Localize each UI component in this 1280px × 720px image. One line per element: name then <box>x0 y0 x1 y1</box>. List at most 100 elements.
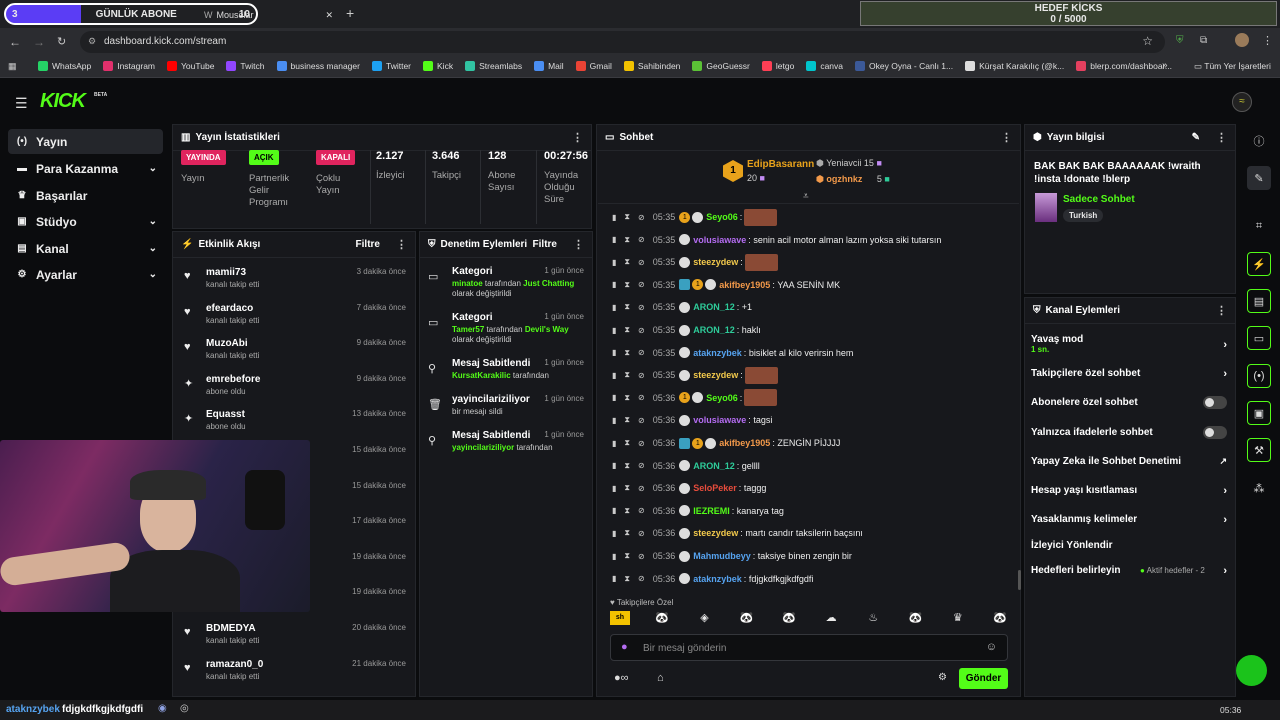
chat-message[interactable]: ▮ ⧗ ⊘ 05:35 volusiawave: senin acil motor al… <box>612 233 1012 247</box>
chat-message[interactable]: ▮ ⧗ ⊘ 05:36 steezydew: martı candır taksiler… <box>612 526 1012 540</box>
info-circle-icon[interactable]: ⓘ <box>1247 129 1271 153</box>
floating-action-button[interactable] <box>1236 655 1267 686</box>
timeout-icon[interactable]: ⧗ <box>624 370 630 380</box>
layout-icon[interactable]: ▣ <box>1247 401 1271 425</box>
chat-message[interactable]: ▮ ⧗ ⊘ 05:35 ARON_12: haklı <box>612 323 1012 337</box>
timeout-icon[interactable]: ⧗ <box>624 528 630 538</box>
chat-username[interactable]: volusiawave <box>693 415 746 425</box>
kicks-gift-icon[interactable]: ●∞ <box>614 672 629 684</box>
timeout-icon[interactable]: ⧗ <box>624 212 630 222</box>
chat-bubble-icon[interactable]: ▭ <box>1247 326 1271 350</box>
chat-message[interactable]: ▮ ⧗ ⊘ 05:36 Mahmudbeyy: taksiye binen zengin… <box>612 549 1012 563</box>
chat-username[interactable]: Seyo06 <box>706 212 738 222</box>
shield-icon[interactable]: ⛨ <box>1176 35 1184 46</box>
chat-username[interactable]: ataknzybek <box>693 348 742 358</box>
store-icon[interactable]: ⌂ <box>657 672 664 684</box>
broadcast-icon[interactable]: (•) <box>1247 364 1271 388</box>
more-icon[interactable]: ⋮ <box>396 238 407 251</box>
obs-icon[interactable]: ◎ <box>180 703 189 714</box>
chat-username[interactable]: Mahmudbeyy <box>693 551 751 561</box>
trash-icon[interactable]: ▮ <box>612 574 616 583</box>
microphone-icon[interactable]: ● <box>621 641 628 653</box>
moderator-name[interactable]: yayincilariziliyor <box>452 443 514 452</box>
bookmark-item[interactable]: canva <box>806 61 843 71</box>
category-thumbnail[interactable] <box>1035 193 1057 222</box>
nav-item-basarilar[interactable]: ♛ Başarılar <box>8 183 163 208</box>
ban-icon[interactable]: ⊘ <box>638 326 645 335</box>
emote-quick-icon[interactable]: sh <box>610 611 630 625</box>
trash-icon[interactable]: ▮ <box>612 529 616 538</box>
chat-message[interactable]: ▮ ⧗ ⊘ 05:35 1 akifbey1905: YAA SENİN MK <box>612 278 1012 292</box>
more-icon[interactable]: ⋮ <box>1216 304 1227 317</box>
ban-icon[interactable]: ⊘ <box>638 213 645 222</box>
bookmark-item[interactable]: Twitter <box>371 61 411 71</box>
bookmark-item[interactable]: Mail <box>534 61 564 71</box>
chat-message[interactable]: ▮ ⧗ ⊘ 05:35 1 Seyo06: <box>612 208 1012 226</box>
chat-message[interactable]: ▮ ⧗ ⊘ 05:36 ARON_12: gellll <box>612 459 1012 473</box>
chat-message[interactable]: ▮ ⧗ ⊘ 05:36 IEZREMI: kanarya tag <box>612 504 1012 518</box>
timeout-icon[interactable]: ⧗ <box>624 415 630 425</box>
timeout-icon[interactable]: ⧗ <box>624 483 630 493</box>
trash-icon[interactable]: ▮ <box>612 506 616 515</box>
filter-button[interactable]: Filtre <box>533 239 557 250</box>
bookmark-item[interactable]: GeoGuessr <box>692 61 750 71</box>
ban-icon[interactable]: ⊘ <box>638 416 645 425</box>
account-age-row[interactable]: Hesap yaşı kısıtlaması › <box>1031 485 1227 497</box>
trash-icon[interactable]: ▮ <box>612 552 616 561</box>
ban-icon[interactable]: ⊘ <box>638 258 645 267</box>
collapse-icon[interactable]: ⩡ <box>803 191 809 202</box>
timeout-icon[interactable]: ⧗ <box>624 280 630 290</box>
chat-message[interactable]: ▮ ⧗ ⊘ 05:36 SeloPeker: taggg <box>612 481 1012 495</box>
reload-icon[interactable]: ↻ <box>57 35 66 48</box>
ban-icon[interactable]: ⊘ <box>638 235 645 244</box>
bookmark-item[interactable]: Kürşat Karakılıç (@k... <box>965 61 1064 71</box>
url-field[interactable]: ⚙ dashboard.kick.com/stream ☆ <box>80 31 1165 53</box>
chat-message[interactable]: ▮ ⧗ ⊘ 05:35 steezydew: <box>612 366 1012 384</box>
tab-mouselar[interactable]: W Mouselar ✕ <box>196 3 341 27</box>
users-icon[interactable]: ⁂ <box>1247 476 1271 500</box>
ban-icon[interactable]: ⊘ <box>638 461 645 470</box>
bookmark-item[interactable]: Okey Oyna - Canlı 1... <box>855 61 953 71</box>
trash-icon[interactable]: ▮ <box>612 280 616 289</box>
moderator-name[interactable]: KursatKarakilic <box>452 371 511 380</box>
bookmark-item[interactable]: WhatsApp <box>38 61 91 71</box>
bookmark-item[interactable]: business manager <box>276 61 360 71</box>
crop-icon[interactable]: ⌗ <box>1247 214 1271 238</box>
emote-quick-icon[interactable]: 🐼 <box>652 611 672 629</box>
chat-input[interactable]: ● Bir mesaj gönderin ☺ <box>610 634 1008 661</box>
chat-username[interactable]: steezydew <box>693 528 738 538</box>
chat-message[interactable]: ▮ ⧗ ⊘ 05:36 volusiawave: tagsi <box>612 413 1012 427</box>
trash-icon[interactable]: ▮ <box>612 371 616 380</box>
followers-only-row[interactable]: Takipçilere özel sohbet › <box>1031 368 1227 380</box>
ban-icon[interactable]: ⊘ <box>638 574 645 583</box>
wrench-icon[interactable]: ⚒ <box>1247 438 1271 462</box>
edit-icon[interactable]: ✎ <box>1192 132 1200 143</box>
chat-username[interactable]: ARON_12 <box>693 461 735 471</box>
bookmark-item[interactable]: Kick <box>423 61 453 71</box>
trash-icon[interactable]: ▮ <box>612 416 616 425</box>
emote-quick-icon[interactable]: ◈ <box>694 611 714 629</box>
chat-username[interactable]: Seyo06 <box>706 393 738 403</box>
redirect-viewers-row[interactable]: İzleyici Yönlendir <box>1031 540 1227 551</box>
edit-pencil-icon[interactable]: ✎ <box>1247 166 1271 190</box>
timeout-icon[interactable]: ⧗ <box>624 551 630 561</box>
ban-icon[interactable]: ⊘ <box>638 529 645 538</box>
trash-icon[interactable]: ▮ <box>612 461 616 470</box>
timeout-icon[interactable]: ⧗ <box>624 235 630 245</box>
bookmark-item[interactable]: blerp.com/dashboar... <box>1076 61 1172 71</box>
slow-mode-row[interactable]: Yavaş mod 1 sn. › <box>1031 334 1227 354</box>
trash-icon[interactable]: ▮ <box>612 303 616 312</box>
close-icon[interactable]: ✕ <box>325 10 333 21</box>
bookmark-item[interactable]: letgo <box>761 61 794 71</box>
ai-moderation-row[interactable]: Yapay Zeka ile Sohbet Denetimi ↗ <box>1031 456 1227 467</box>
trash-icon[interactable]: ▮ <box>612 484 616 493</box>
bookmark-item[interactable]: YouTube <box>167 61 214 71</box>
trash-icon[interactable]: ▮ <box>612 258 616 267</box>
timeout-icon[interactable]: ⧗ <box>624 348 630 358</box>
chat-username[interactable]: akifbey1905 <box>719 438 770 448</box>
kick-logo[interactable]: KICK <box>40 90 86 113</box>
timeout-icon[interactable]: ⧗ <box>624 506 630 516</box>
moderator-name[interactable]: Tamer57 <box>452 325 484 334</box>
ban-icon[interactable]: ⊘ <box>638 348 645 357</box>
chat-username[interactable]: steezydew <box>693 370 738 380</box>
